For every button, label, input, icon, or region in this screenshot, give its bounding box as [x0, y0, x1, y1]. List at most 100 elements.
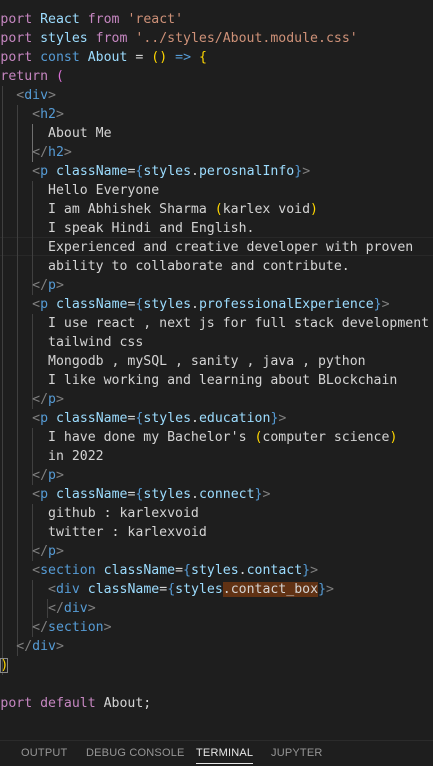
code-token: .: [191, 164, 199, 179]
code-line: <section className={styles.contact}>: [0, 561, 318, 580]
code-token: </: [48, 601, 64, 616]
code-token: >: [64, 145, 72, 160]
code-token: h2: [48, 145, 64, 160]
code-token: tailwind css: [0, 335, 143, 350]
code-token: styles: [32, 31, 96, 46]
code-line: </p>: [0, 542, 64, 561]
code-line: <h2>: [0, 105, 64, 124]
code-token: >: [56, 544, 64, 559]
code-token: className: [104, 563, 175, 578]
code-token: h2: [40, 107, 56, 122]
code-token: .: [239, 563, 247, 578]
code-token: Experienced and creative developer with …: [0, 240, 413, 255]
code-token: (): [151, 50, 167, 65]
code-line: I speak Hindi and English.: [0, 219, 254, 238]
code-token: return: [0, 69, 48, 84]
code-token: div: [56, 582, 80, 597]
code-token: professionalExperience: [199, 297, 374, 312]
code-line: ): [0, 656, 8, 675]
code-token: className: [56, 411, 127, 426]
code-token: [0, 468, 32, 483]
code-token: ): [0, 658, 8, 673]
code-token: p: [40, 487, 48, 502]
code-token: styles: [143, 297, 191, 312]
code-token: education: [199, 411, 270, 426]
code-token: </: [32, 544, 48, 559]
code-token: >: [56, 107, 64, 122]
tab-debug-console[interactable]: DEBUG CONSOLE: [86, 741, 185, 764]
code-line: Hello Everyone: [0, 181, 159, 200]
code-token: >: [56, 639, 64, 654]
code-token: connect: [199, 487, 255, 502]
code-line: twitter : karlexvoid: [0, 523, 207, 542]
code-token: div: [24, 88, 48, 103]
code-token: <: [32, 297, 40, 312]
code-line: I am Abhishek Sharma (karlex void): [0, 200, 318, 219]
code-token: I am Abhishek Sharma: [0, 202, 215, 217]
code-token: p: [48, 544, 56, 559]
code-token: }: [255, 487, 263, 502]
code-token: div: [32, 639, 56, 654]
code-line: <p className={styles.education}>: [0, 409, 286, 428]
code-token: About;: [96, 696, 152, 711]
code-token: p: [40, 164, 48, 179]
code-token: [0, 278, 32, 293]
code-token: styles: [143, 411, 191, 426]
code-token: ): [389, 430, 397, 445]
code-token: className: [56, 297, 127, 312]
code-token: </: [32, 278, 48, 293]
code-token: github : karlexvoid: [0, 506, 199, 521]
code-line: About Me: [0, 124, 112, 143]
code-line: in 2022: [0, 447, 104, 466]
code-token: [0, 563, 32, 578]
code-token: [48, 411, 56, 426]
code-line: <p className={styles.perosnalInfo}>: [0, 162, 310, 181]
code-token: ): [310, 202, 318, 217]
code-token: >: [326, 582, 334, 597]
code-line: export default About;: [0, 694, 151, 713]
code-token: >: [382, 297, 390, 312]
code-line: </h2>: [0, 143, 72, 162]
code-token: }: [318, 582, 326, 597]
code-token: ability to collaborate and contribute.: [0, 259, 350, 274]
code-token: >: [302, 164, 310, 179]
tab-output[interactable]: OUTPUT: [21, 741, 67, 764]
code-token: [32, 50, 40, 65]
code-token: =: [175, 563, 183, 578]
code-token: div: [64, 601, 88, 616]
tab-terminal[interactable]: TERMINAL: [196, 741, 253, 764]
code-line: import React from 'react': [0, 10, 183, 29]
code-token: }: [374, 297, 382, 312]
code-token: =: [159, 582, 167, 597]
code-line: export const About = () => {: [0, 48, 207, 67]
code-token: from: [88, 12, 120, 27]
code-token: styles: [175, 582, 223, 597]
code-line: I use react , next js for full stack dev…: [0, 314, 429, 333]
code-token: className: [88, 582, 159, 597]
code-token: p: [40, 297, 48, 312]
code-token: import: [0, 12, 32, 27]
code-editor[interactable]: import React from 'react'import styles f…: [0, 0, 433, 740]
code-token: [191, 50, 199, 65]
code-token: }: [302, 563, 310, 578]
code-token: from: [96, 31, 128, 46]
tab-jupyter[interactable]: JUPYTER: [271, 741, 323, 764]
code-token: p: [48, 468, 56, 483]
code-line: </section>: [0, 618, 112, 637]
code-token: [0, 582, 48, 597]
code-token: >: [310, 563, 318, 578]
code-token: styles: [143, 164, 191, 179]
code-token: const: [40, 50, 80, 65]
code-token: >: [56, 278, 64, 293]
code-line: import styles from '../styles/About.modu…: [0, 29, 358, 48]
code-line: Experienced and creative developer with …: [0, 238, 413, 257]
code-line: return (: [0, 67, 64, 86]
code-token: in 2022: [0, 449, 104, 464]
code-token: >: [263, 487, 271, 502]
code-token: Mongodb , mySQL , sanity , java , python: [0, 354, 366, 369]
code-line: </p>: [0, 276, 64, 295]
code-token: [80, 582, 88, 597]
code-token: p: [48, 278, 56, 293]
code-token: import: [0, 31, 32, 46]
code-token: [167, 50, 175, 65]
